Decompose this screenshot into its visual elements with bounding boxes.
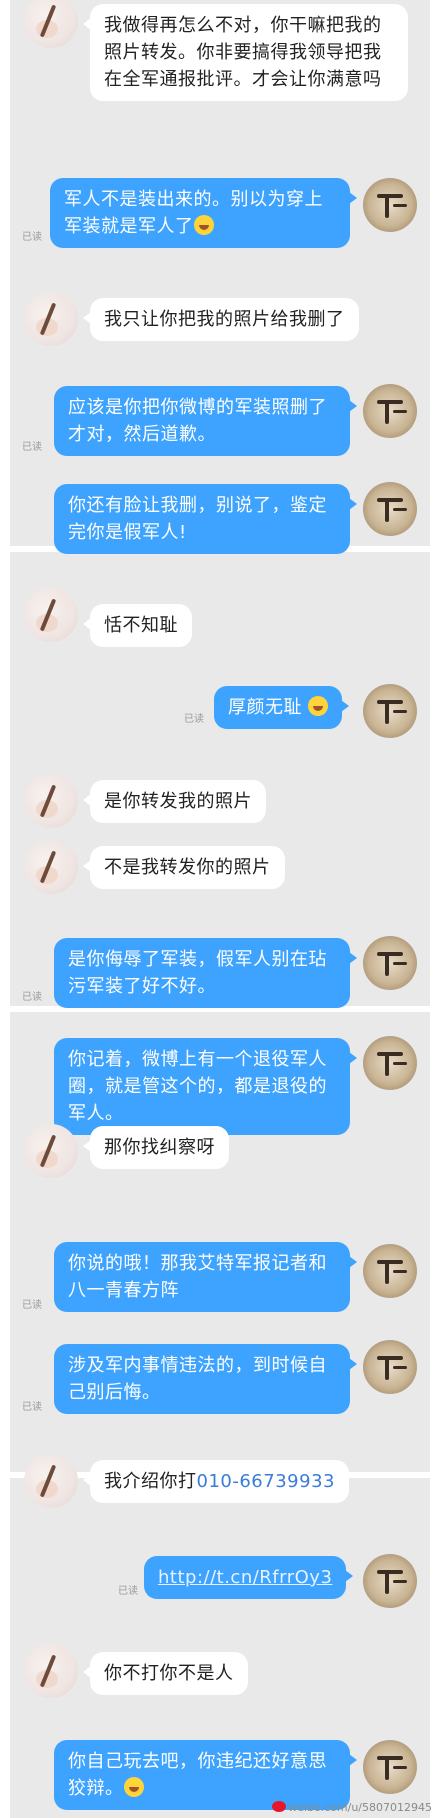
message-bubble-outgoing: 厚颜无耻 (214, 686, 350, 729)
contact-avatar[interactable] (24, 1124, 78, 1178)
contact-avatar[interactable] (24, 1454, 78, 1508)
watermark-text: weibo.com/u/5807012945 (288, 1801, 432, 1814)
message-text: 恬不知耻 (104, 615, 178, 636)
contact-avatar[interactable] (24, 292, 78, 346)
read-status: 已读 (184, 714, 204, 725)
message-text: 你还有脸让我删，别说了，鉴定完你是假军人! (68, 495, 327, 543)
message-bubble-incoming: 你不打你不是人 (83, 1652, 248, 1695)
message-bubble-outgoing: 你说的哦！那我艾特军报记者和八一青春方阵 (54, 1242, 357, 1312)
contact-avatar[interactable] (24, 1644, 78, 1698)
phone-number-link[interactable]: 010-66739933 (197, 1471, 335, 1492)
user-avatar[interactable] (363, 1036, 417, 1090)
user-avatar[interactable] (363, 684, 417, 738)
message-text: 你不打你不是人 (104, 1663, 234, 1684)
message-text: 我做得再怎么不对，你干嘛把我的照片转发。你非要搞得我领导把我在全军通报批评。才会… (104, 15, 382, 90)
read-status: 已读 (118, 1586, 138, 1597)
smirk-emoji-icon (308, 696, 329, 716)
message-bubble-outgoing: 你记着，微博上有一个退役军人圈，就是管这个的，都是退役的军人。 (54, 1038, 357, 1135)
user-avatar[interactable] (363, 1340, 417, 1394)
message-text: 涉及军内事情违法的，到时候自己别后悔。 (68, 1355, 327, 1403)
message-bubble-outgoing: 涉及军内事情违法的，到时候自己别后悔。 (54, 1344, 357, 1414)
message-text: 军人不是装出来的。别以为穿上军装就是军人了 (64, 189, 323, 237)
message-text: 是你侮辱了军装，假军人别在玷污军装了好不好。 (68, 949, 327, 997)
read-status: 已读 (22, 1402, 42, 1413)
user-avatar[interactable] (363, 936, 417, 990)
message-bubble-outgoing: 应该是你把你微博的军装照删了才对，然后道歉。 (54, 386, 357, 456)
contact-avatar[interactable] (24, 840, 78, 894)
message-text: 那你找纠察呀 (104, 1137, 215, 1158)
message-text: 你自己玩去吧，你违纪还好意思狡辩。 (68, 1751, 327, 1799)
grimace-emoji-icon (123, 1777, 144, 1797)
message-bubble-incoming: 是你转发我的照片 (83, 780, 266, 823)
grin-emoji-icon (193, 215, 214, 235)
message-bubble-incoming: 恬不知耻 (83, 604, 192, 647)
message-text: 应该是你把你微博的军装照删了才对，然后道歉。 (68, 397, 327, 445)
user-avatar[interactable] (363, 1554, 417, 1608)
read-status: 已读 (22, 992, 42, 1003)
message-text: 你记着，微博上有一个退役军人圈，就是管这个的，都是退役的军人。 (68, 1049, 327, 1124)
message-bubble-outgoing: 你还有脸让我删，别说了，鉴定完你是假军人! (54, 484, 357, 554)
weibo-logo-icon (272, 1801, 287, 1812)
contact-avatar[interactable] (24, 774, 78, 828)
read-status: 已读 (22, 1300, 42, 1311)
message-text: 你说的哦！那我艾特军报记者和八一青春方阵 (68, 1253, 327, 1301)
read-status: 已读 (22, 442, 42, 453)
message-text: 我只让你把我的照片给我删了 (104, 309, 345, 330)
message-bubble-incoming: 我做得再怎么不对，你干嘛把我的照片转发。你非要搞得我领导把我在全军通报批评。才会… (83, 4, 408, 101)
message-text: 厚颜无耻 (228, 697, 302, 718)
message-bubble-incoming: 不是我转发你的照片 (83, 846, 285, 889)
weibo-watermark: weibo.com/u/5807012945 (272, 1801, 432, 1814)
message-text: 是你转发我的照片 (104, 791, 252, 812)
url-link[interactable]: http://t.cn/RfrrOy3 (158, 1567, 332, 1588)
message-bubble-outgoing: 你自己玩去吧，你违纪还好意思狡辩。 (54, 1740, 357, 1810)
message-bubble-outgoing: http://t.cn/RfrrOy3 (144, 1556, 354, 1599)
message-bubble-outgoing: 是你侮辱了军装，假军人别在玷污军装了好不好。 (54, 938, 357, 1008)
message-bubble-incoming: 我介绍你打010-66739933 (83, 1460, 349, 1503)
user-avatar[interactable] (363, 482, 417, 536)
message-text: 不是我转发你的照片 (104, 857, 271, 878)
user-avatar[interactable] (363, 1740, 417, 1794)
message-bubble-incoming: 那你找纠察呀 (83, 1126, 229, 1169)
message-bubble-incoming: 我只让你把我的照片给我删了 (83, 298, 359, 341)
message-text: 我介绍你打 (104, 1471, 197, 1492)
user-avatar[interactable] (363, 1244, 417, 1298)
user-avatar[interactable] (363, 384, 417, 438)
read-status: 已读 (22, 232, 42, 243)
contact-avatar[interactable] (24, 588, 78, 642)
user-avatar[interactable] (363, 178, 417, 232)
message-bubble-outgoing: 军人不是装出来的。别以为穿上军装就是军人了 (50, 178, 357, 248)
